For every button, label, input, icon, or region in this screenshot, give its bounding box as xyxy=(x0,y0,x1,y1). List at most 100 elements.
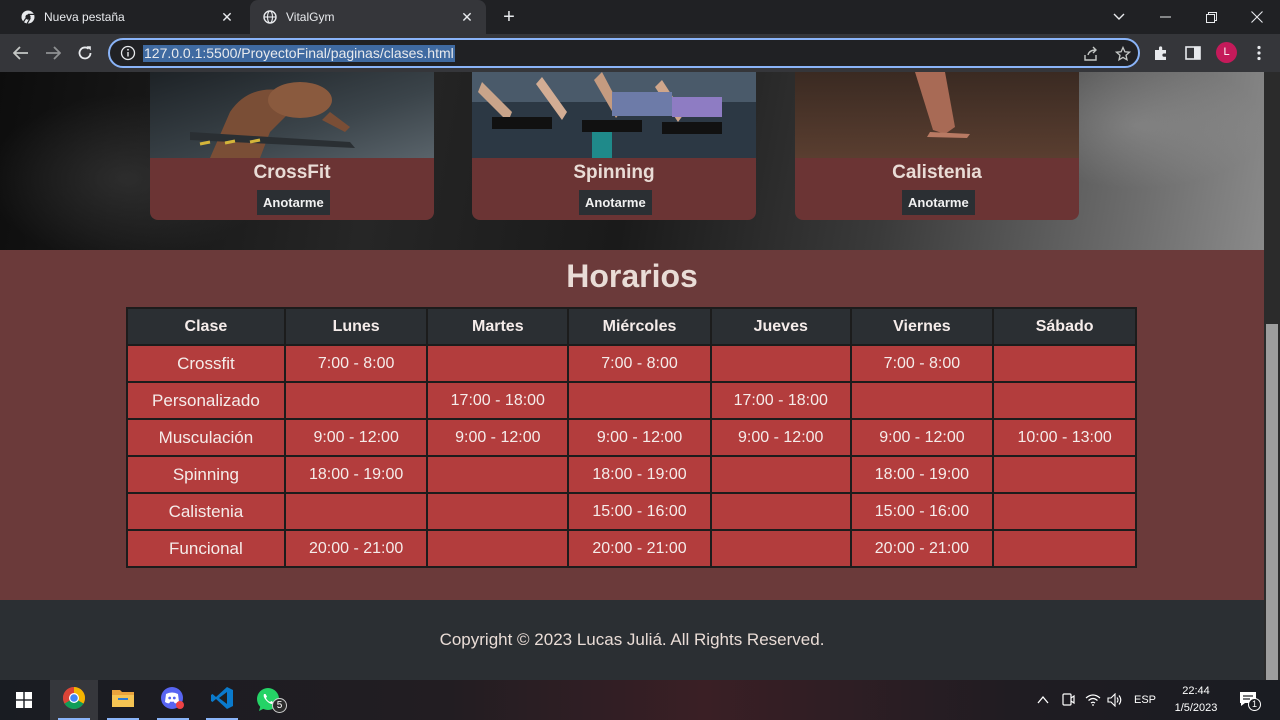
time-cell: 7:00 - 8:00 xyxy=(283,344,429,383)
minimize-window-icon[interactable] xyxy=(1142,0,1188,34)
class-card-title: CrossFit xyxy=(253,162,331,183)
back-arrow-icon[interactable] xyxy=(8,40,34,66)
taskbar-vscode-button[interactable] xyxy=(198,680,246,720)
class-card-title: Calistenia xyxy=(892,162,982,183)
time-cell xyxy=(992,455,1137,494)
time-cell xyxy=(426,492,570,531)
whatsapp-icon: 5 xyxy=(256,687,287,713)
extensions-puzzle-icon[interactable] xyxy=(1148,40,1174,66)
vscode-icon xyxy=(210,686,234,715)
time-cell: 17:00 - 18:00 xyxy=(426,381,570,420)
enroll-button[interactable]: Anotarme xyxy=(579,190,652,215)
side-panel-icon[interactable] xyxy=(1180,40,1206,66)
new-tab-button[interactable]: + xyxy=(498,6,520,28)
time-cell xyxy=(992,381,1137,420)
time-cell: 9:00 - 12:00 xyxy=(426,418,570,457)
time-cell: 9:00 - 12:00 xyxy=(849,418,995,457)
share-icon[interactable] xyxy=(1082,45,1100,63)
tab-vitalgym[interactable]: VitalGym ✕ xyxy=(250,0,486,34)
class-card-title: Spinning xyxy=(573,162,655,183)
header-cell: Viernes xyxy=(849,307,995,346)
taskbar-file-explorer-button[interactable] xyxy=(99,680,147,720)
meet-now-icon[interactable] xyxy=(1058,680,1078,720)
profile-avatar[interactable]: L xyxy=(1216,42,1237,63)
time-cell xyxy=(709,492,852,531)
header-cell: Lunes xyxy=(283,307,429,346)
taskbar-discord-button[interactable] xyxy=(149,680,197,720)
table-row: Calistenia 15:00 - 16:00 15:00 - 16:00 xyxy=(126,492,1137,531)
whatsapp-badge: 5 xyxy=(272,698,287,713)
clock-time: 22:44 xyxy=(1182,685,1210,697)
globe-icon xyxy=(262,9,278,25)
schedule-table: Clase Lunes Martes Miércoles Jueves Vier… xyxy=(126,307,1137,568)
time-cell: 9:00 - 12:00 xyxy=(283,418,429,457)
close-tab-icon[interactable]: ✕ xyxy=(218,8,236,26)
time-cell xyxy=(283,492,429,531)
time-cell: 17:00 - 18:00 xyxy=(709,381,852,420)
class-card-spinning: Spinning Anotarme xyxy=(472,72,756,220)
chrome-icon xyxy=(20,9,36,25)
url-text[interactable]: 127.0.0.1:5500/ProyectoFinal/paginas/cla… xyxy=(143,45,455,62)
bookmark-star-icon[interactable] xyxy=(1114,45,1132,63)
tab-title: VitalGym xyxy=(286,10,335,24)
classes-hero: CrossFit Anotarme Spinning Anotarme Cali… xyxy=(0,72,1264,250)
time-cell: 9:00 - 12:00 xyxy=(567,418,712,457)
time-cell xyxy=(849,381,995,420)
time-cell xyxy=(709,529,852,568)
wifi-icon[interactable] xyxy=(1082,680,1104,720)
forward-arrow-icon[interactable] xyxy=(40,40,66,66)
copyright-text: Copyright © 2023 Lucas Juliá. All Rights… xyxy=(439,630,825,649)
notification-count-badge: 1 xyxy=(1248,698,1261,711)
system-clock[interactable]: 22:44 1/5/2023 xyxy=(1166,683,1226,717)
windows-taskbar: 5 ESP 22:44 1/5/2023 1 xyxy=(0,680,1280,720)
class-card-crossfit: CrossFit Anotarme xyxy=(150,72,434,220)
clock-date: 1/5/2023 xyxy=(1174,702,1218,714)
tab-title: Nueva pestaña xyxy=(44,10,125,24)
taskbar-chrome-button[interactable] xyxy=(50,680,98,720)
time-cell xyxy=(992,492,1137,531)
volume-icon[interactable] xyxy=(1104,680,1126,720)
crossfit-photo xyxy=(150,72,434,158)
time-cell: 18:00 - 19:00 xyxy=(849,455,995,494)
table-row: Personalizado 17:00 - 18:00 17:00 - 18:0… xyxy=(126,381,1137,420)
class-name-cell: Calistenia xyxy=(126,492,286,531)
enroll-button[interactable]: Anotarme xyxy=(257,190,330,215)
time-cell xyxy=(426,455,570,494)
time-cell: 20:00 - 21:00 xyxy=(849,529,995,568)
table-header-row: Clase Lunes Martes Miércoles Jueves Vier… xyxy=(126,307,1137,346)
time-cell xyxy=(426,344,570,383)
time-cell: 18:00 - 19:00 xyxy=(567,455,712,494)
page-scrollbar[interactable] xyxy=(1264,72,1280,680)
reload-icon[interactable] xyxy=(72,40,98,66)
show-hidden-icons-chevron-icon[interactable] xyxy=(1032,680,1054,720)
taskbar-whatsapp-button[interactable]: 5 xyxy=(247,680,295,720)
site-info-icon[interactable] xyxy=(120,45,136,61)
enroll-button[interactable]: Anotarme xyxy=(902,190,975,215)
restore-window-icon[interactable] xyxy=(1188,0,1234,34)
close-window-icon[interactable] xyxy=(1234,0,1280,34)
time-cell xyxy=(567,381,712,420)
page-viewport: CrossFit Anotarme Spinning Anotarme Cali… xyxy=(0,72,1264,680)
time-cell: 15:00 - 16:00 xyxy=(567,492,712,531)
schedule-section: Horarios Clase Lunes Martes Miércoles Ju… xyxy=(0,250,1264,600)
tab-search-chevron-icon[interactable] xyxy=(1096,0,1142,34)
header-cell: Miércoles xyxy=(567,307,712,346)
time-cell: 15:00 - 16:00 xyxy=(849,492,995,531)
table-row: Crossfit 7:00 - 8:00 7:00 - 8:00 7:00 - … xyxy=(126,344,1137,383)
time-cell: 9:00 - 12:00 xyxy=(709,418,852,457)
scrollbar-thumb[interactable] xyxy=(1266,324,1278,680)
more-menu-icon[interactable] xyxy=(1246,40,1272,66)
tab-nueva-pestana[interactable]: Nueva pestaña ✕ xyxy=(8,0,246,34)
class-name-cell: Spinning xyxy=(126,455,286,494)
input-language-indicator[interactable]: ESP xyxy=(1130,680,1160,720)
notification-center-icon[interactable]: 1 xyxy=(1234,680,1264,720)
class-name-cell: Crossfit xyxy=(126,344,286,383)
close-tab-icon[interactable]: ✕ xyxy=(458,8,476,26)
calistenia-photo xyxy=(795,72,1079,158)
time-cell: 20:00 - 21:00 xyxy=(567,529,712,568)
spinning-photo xyxy=(472,72,756,158)
address-bar[interactable]: 127.0.0.1:5500/ProyectoFinal/paginas/cla… xyxy=(108,38,1140,68)
windows-start-icon[interactable] xyxy=(0,680,48,720)
time-cell: 20:00 - 21:00 xyxy=(283,529,429,568)
time-cell: 18:00 - 19:00 xyxy=(283,455,429,494)
